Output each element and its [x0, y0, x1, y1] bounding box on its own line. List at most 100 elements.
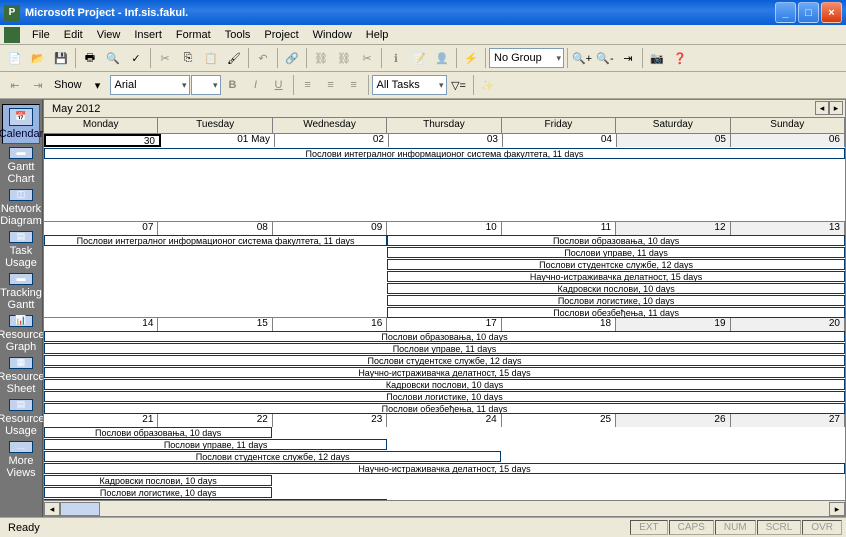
- horizontal-scrollbar[interactable]: ◂ ▸: [44, 500, 845, 516]
- task-bar[interactable]: Кадровски послови, 10 days: [44, 379, 845, 390]
- viewbar-tracking[interactable]: ▬Tracking Gantt: [2, 272, 40, 312]
- task-bar[interactable]: Кадровски послови, 10 days: [44, 475, 272, 486]
- date-cell[interactable]: 03: [389, 134, 503, 147]
- task-bar[interactable]: Послови управе, 11 days: [387, 247, 845, 258]
- menu-edit[interactable]: Edit: [57, 27, 90, 43]
- save-button[interactable]: 💾: [50, 47, 72, 69]
- show-dropdown[interactable]: ▾: [87, 74, 109, 96]
- task-bar[interactable]: Послови образовања, 10 days: [44, 427, 272, 438]
- prev-month-button[interactable]: ◂: [815, 101, 829, 115]
- scroll-right-button[interactable]: ▸: [829, 502, 845, 516]
- task-bar[interactable]: Послови управе, 11 days: [44, 439, 387, 450]
- date-cell[interactable]: 04: [503, 134, 617, 147]
- underline-button[interactable]: U: [268, 74, 290, 96]
- date-cell[interactable]: 23: [273, 414, 387, 427]
- task-bar[interactable]: Послови студентске службе, 12 days: [44, 355, 845, 366]
- date-cell[interactable]: 13: [731, 222, 845, 235]
- date-cell[interactable]: 09: [273, 222, 387, 235]
- menu-insert[interactable]: Insert: [127, 27, 169, 43]
- menu-window[interactable]: Window: [306, 27, 359, 43]
- zoom-out-button[interactable]: 🔍-: [594, 47, 616, 69]
- task-bar[interactable]: Послови образовања, 10 days: [44, 331, 845, 342]
- menu-tools[interactable]: Tools: [218, 27, 258, 43]
- viewbar-calendar[interactable]: 📅Calendar: [2, 104, 40, 144]
- menu-project[interactable]: Project: [257, 27, 305, 43]
- scroll-thumb[interactable]: [60, 502, 100, 516]
- align-right-button[interactable]: ≡: [343, 74, 365, 96]
- date-cell[interactable]: 12: [616, 222, 730, 235]
- viewbar-taskusage[interactable]: ▤Task Usage: [2, 230, 40, 270]
- viewbar-ressheet[interactable]: ▦Resource Sheet: [2, 356, 40, 396]
- close-button[interactable]: ×: [821, 2, 842, 23]
- task-bar[interactable]: Научно-истраживачка делатност, 15 days: [44, 463, 845, 474]
- bold-button[interactable]: B: [222, 74, 244, 96]
- viewbar-network[interactable]: ◫Network Diagram: [2, 188, 40, 228]
- scroll-left-button[interactable]: ◂: [44, 502, 60, 516]
- notes-button[interactable]: 📝: [408, 47, 430, 69]
- date-cell[interactable]: 17: [387, 318, 501, 331]
- autofilter-button[interactable]: ▽=: [448, 74, 470, 96]
- date-cell[interactable]: 27: [731, 414, 845, 427]
- date-cell[interactable]: 20: [731, 318, 845, 331]
- date-cell[interactable]: 25: [502, 414, 616, 427]
- viewbar-more[interactable]: …More Views: [2, 440, 40, 480]
- date-cell[interactable]: 21: [44, 414, 158, 427]
- help-button[interactable]: ❓: [669, 47, 691, 69]
- task-bar[interactable]: Послови интегралног информационог систем…: [44, 148, 845, 159]
- align-left-button[interactable]: ≡: [297, 74, 319, 96]
- date-cell[interactable]: 11: [502, 222, 616, 235]
- new-button[interactable]: 📄: [4, 47, 26, 69]
- task-bar[interactable]: Послови логистике, 10 days: [44, 391, 845, 402]
- date-cell[interactable]: 14: [44, 318, 158, 331]
- copy-picture-button[interactable]: 📷: [646, 47, 668, 69]
- link-button[interactable]: 🔗: [281, 47, 303, 69]
- unlink-tasks-button[interactable]: ⛓: [333, 47, 355, 69]
- menu-view[interactable]: View: [90, 27, 128, 43]
- wizard-button[interactable]: ✨: [477, 74, 499, 96]
- task-bar[interactable]: Научно-истраживачка делатност, 15 days: [387, 271, 845, 282]
- task-bar[interactable]: Послови интегралног информационог систем…: [44, 235, 387, 246]
- task-bar[interactable]: Послови обезбеђења, 11 days: [387, 307, 845, 318]
- viewbar-resusage[interactable]: ▤Resource Usage: [2, 398, 40, 438]
- task-bar[interactable]: Научно-истраживачка делатност, 15 days: [44, 367, 845, 378]
- align-center-button[interactable]: ≡: [320, 74, 342, 96]
- task-bar[interactable]: Послови управе, 11 days: [44, 343, 845, 354]
- date-cell[interactable]: 02: [275, 134, 389, 147]
- font-combo[interactable]: Arial: [110, 75, 190, 95]
- italic-button[interactable]: I: [245, 74, 267, 96]
- menu-help[interactable]: Help: [359, 27, 396, 43]
- date-cell[interactable]: 22: [158, 414, 272, 427]
- menu-format[interactable]: Format: [169, 27, 218, 43]
- task-bar[interactable]: Послови обезбеђења, 11 days: [44, 403, 845, 414]
- group-combo[interactable]: No Group: [489, 48, 564, 68]
- date-cell[interactable]: 07: [44, 222, 158, 235]
- indent-button[interactable]: ⇥: [27, 74, 49, 96]
- date-cell[interactable]: 18: [502, 318, 616, 331]
- date-cell[interactable]: 15: [158, 318, 272, 331]
- date-cell[interactable]: 16: [273, 318, 387, 331]
- maximize-button[interactable]: □: [798, 2, 819, 23]
- date-cell[interactable]: 10: [387, 222, 501, 235]
- minimize-button[interactable]: _: [775, 2, 796, 23]
- task-bar[interactable]: Послови студентске службе, 12 days: [44, 451, 501, 462]
- task-bar[interactable]: Послови логистике, 10 days: [387, 295, 845, 306]
- assign-button[interactable]: 👤: [431, 47, 453, 69]
- spell-button[interactable]: ✓: [125, 47, 147, 69]
- viewbar-resgraph[interactable]: 📊Resource Graph: [2, 314, 40, 354]
- date-cell[interactable]: 06: [731, 134, 845, 147]
- next-month-button[interactable]: ▸: [829, 101, 843, 115]
- undo-button[interactable]: ↶: [252, 47, 274, 69]
- publish-button[interactable]: ⚡: [460, 47, 482, 69]
- format-painter-button[interactable]: 🖌: [223, 47, 245, 69]
- date-cell[interactable]: 19: [616, 318, 730, 331]
- date-cell[interactable]: 30: [44, 134, 161, 147]
- task-bar[interactable]: Послови студентске службе, 12 days: [387, 259, 845, 270]
- date-cell[interactable]: 01 May: [161, 134, 275, 147]
- outdent-button[interactable]: ⇤: [4, 74, 26, 96]
- date-cell[interactable]: 26: [616, 414, 730, 427]
- paste-button[interactable]: 📋: [200, 47, 222, 69]
- split-button[interactable]: ✂: [356, 47, 378, 69]
- task-bar[interactable]: Кадровски послови, 10 days: [387, 283, 845, 294]
- print-button[interactable]: 🖶: [79, 47, 101, 69]
- copy-button[interactable]: ⎘: [177, 47, 199, 69]
